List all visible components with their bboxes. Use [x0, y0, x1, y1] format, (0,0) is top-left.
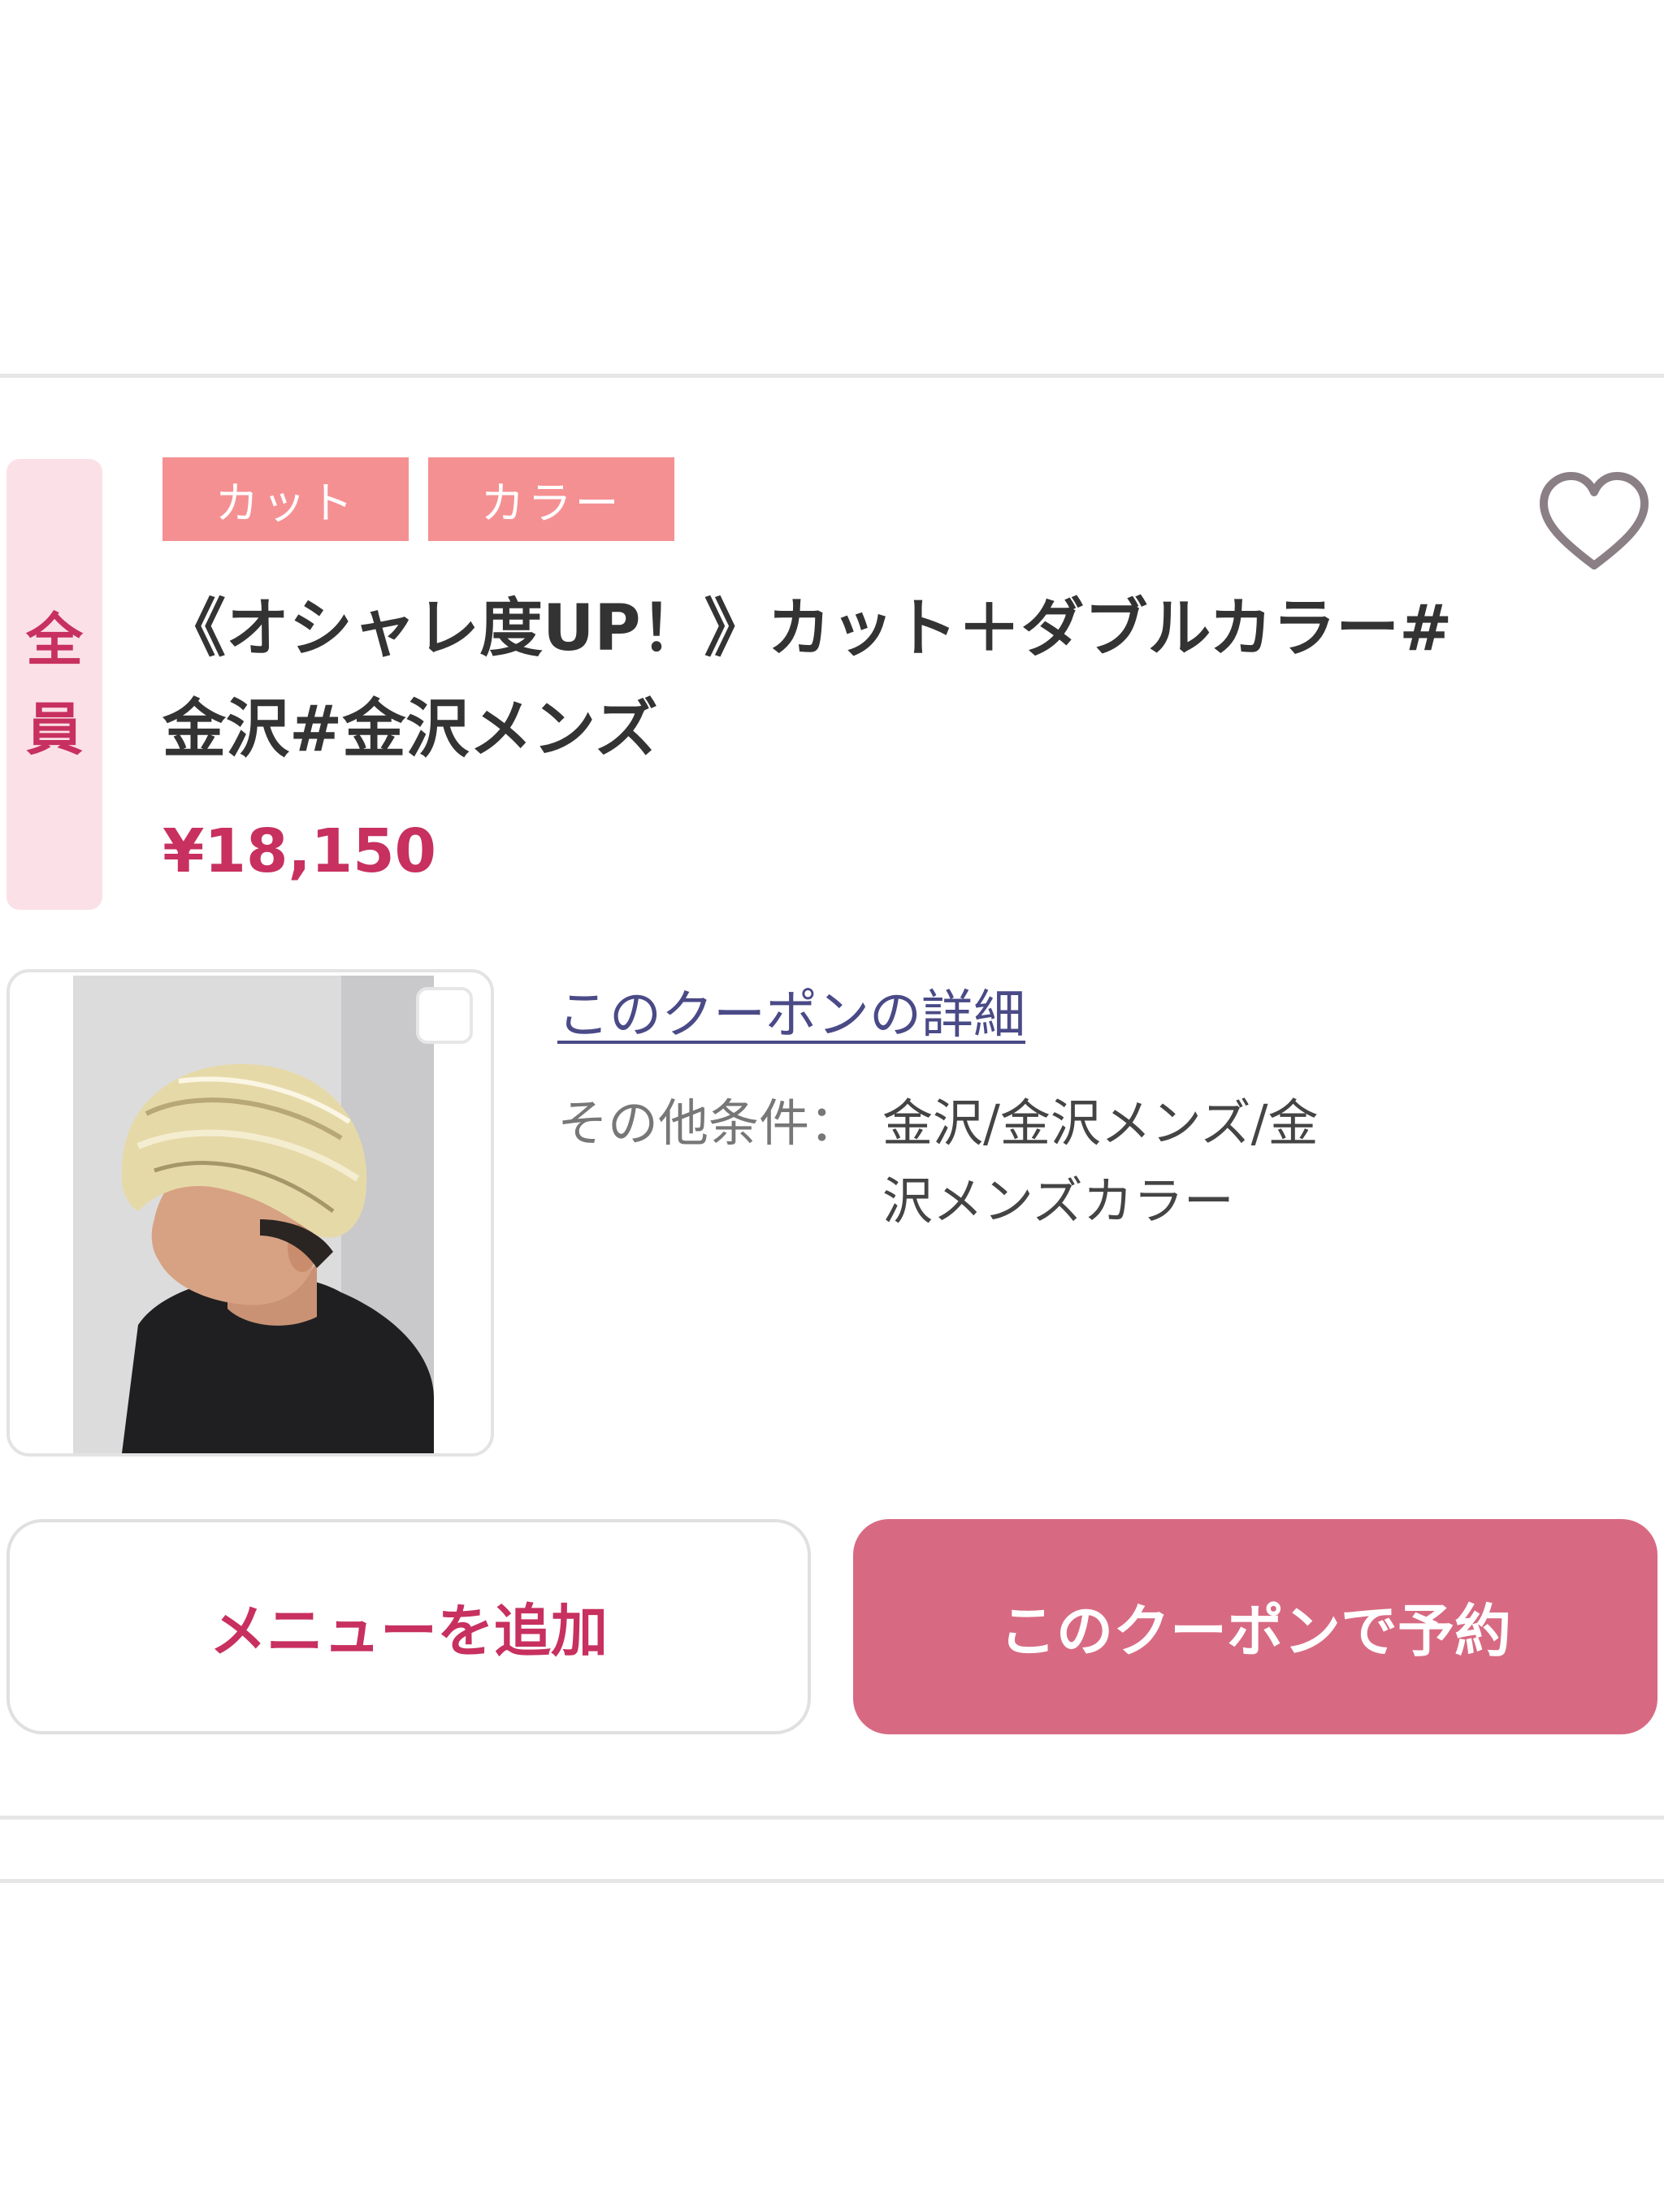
conditions-label: その他条件： [557, 1093, 860, 1153]
photo-select-checkbox[interactable] [416, 987, 473, 1044]
favorite-button[interactable] [1537, 470, 1651, 575]
target-badge-char-1: 全 [26, 606, 83, 673]
tag-color: カラー [428, 457, 674, 541]
divider-bottom-1 [0, 1816, 1664, 1820]
coupon-title: 《オシャレ度UP！》カット＋ダブルカラー#金沢#金沢メンズ [162, 592, 1453, 766]
divider-bottom-2 [0, 1879, 1664, 1883]
category-tags: カット カラー [162, 457, 674, 541]
target-badge: 全 員 [6, 459, 102, 910]
coupon-photo[interactable] [73, 976, 434, 1453]
coupon-price: ¥18,150 [162, 816, 437, 886]
tag-cut: カット [162, 457, 409, 541]
divider-top [0, 374, 1664, 378]
conditions-value: 金沢/金沢メンズ/金沢メンズカラー [882, 1093, 1319, 1231]
coupon-detail-link[interactable]: このクーポンの詳細 [557, 973, 1025, 1048]
add-menu-button[interactable]: メニューを追加 [6, 1519, 811, 1734]
heart-outline-icon [1540, 472, 1649, 569]
target-badge-char-2: 員 [26, 695, 83, 763]
hairstyle-photo-illustration [73, 976, 434, 1453]
reserve-with-coupon-button[interactable]: このクーポンで予約 [853, 1519, 1658, 1734]
coupon-photo-frame [6, 969, 494, 1457]
